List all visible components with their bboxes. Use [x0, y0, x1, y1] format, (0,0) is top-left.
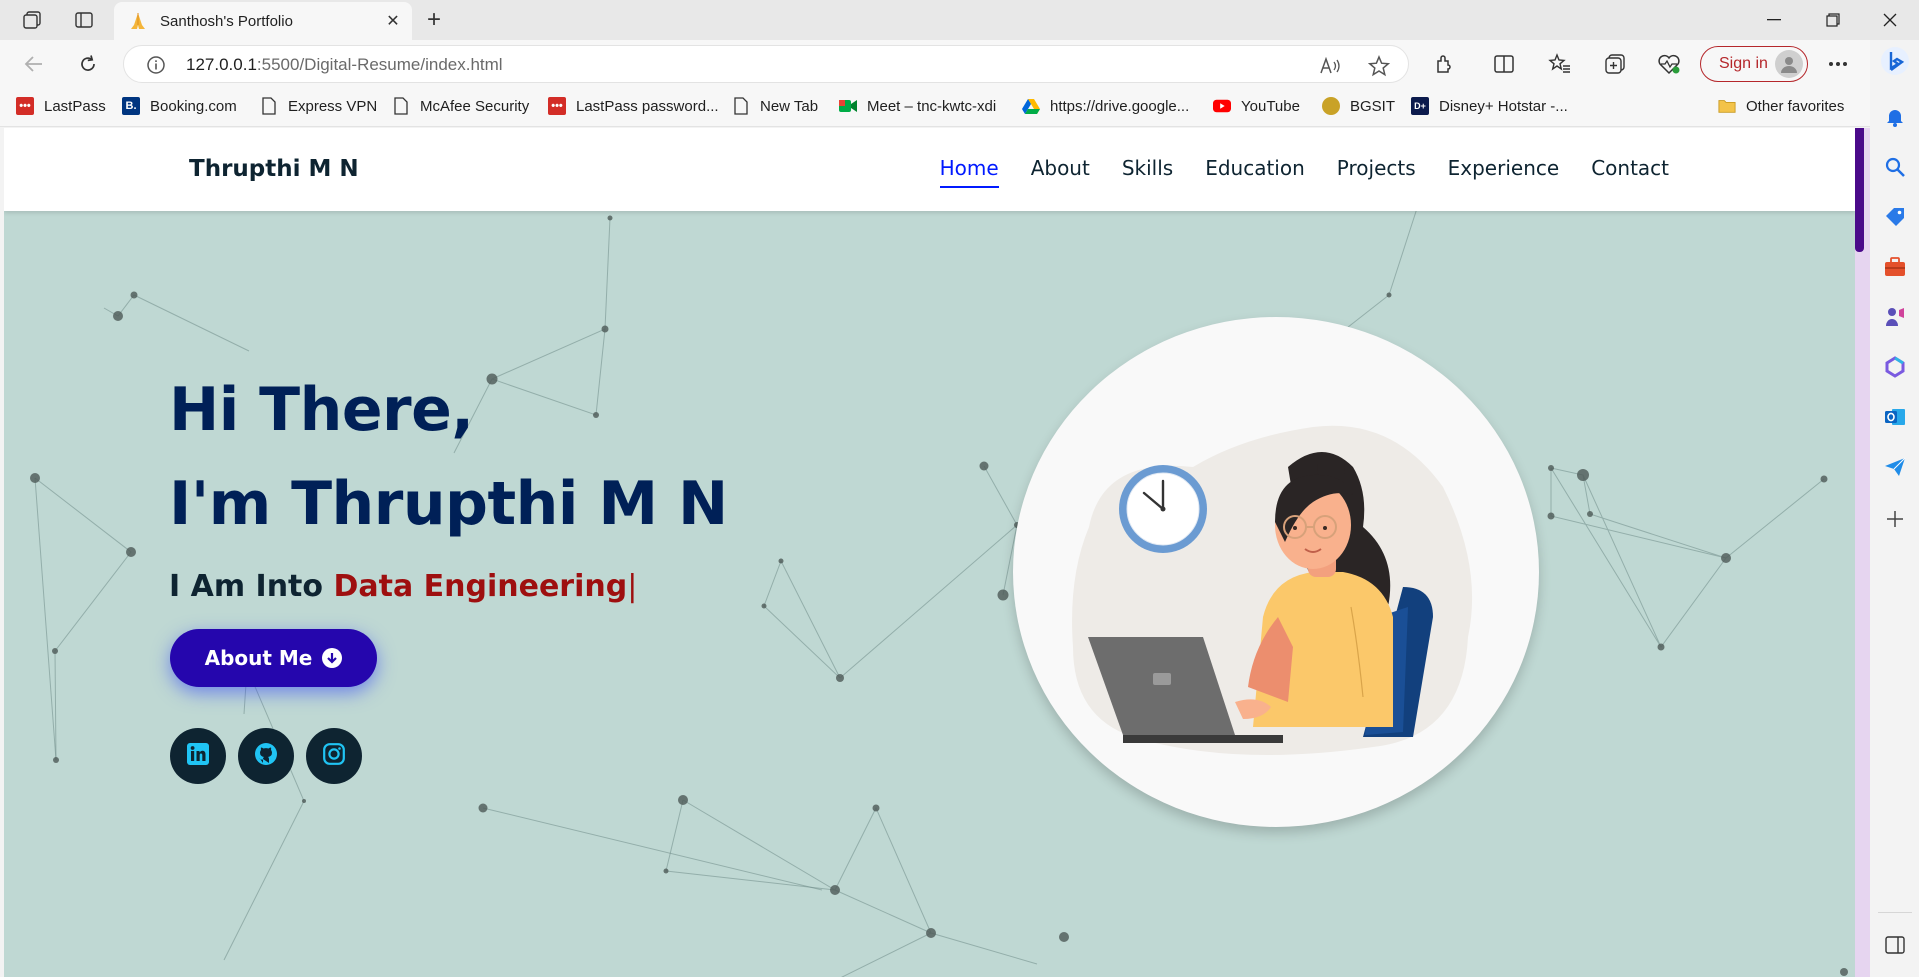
vertical-tabs-icon[interactable] — [70, 8, 98, 32]
hands-favicon-icon — [128, 11, 148, 31]
site-brand[interactable]: Thrupthi M N — [189, 156, 359, 182]
browser-toolbar: 127.0.0.1:5500/Digital-Resume/index.html… — [0, 40, 1919, 88]
more-options-icon[interactable] — [1824, 50, 1852, 78]
tab-close-icon[interactable]: ✕ — [380, 8, 406, 34]
hero-content: Hi There, I'm Thrupthi M N I Am Into Dat… — [169, 363, 728, 604]
microsoft-365-icon[interactable] — [1882, 354, 1908, 380]
nav-contact[interactable]: Contact — [1591, 156, 1669, 188]
notifications-icon[interactable] — [1882, 104, 1908, 130]
page-icon — [392, 97, 410, 115]
hero-typed-line: I Am Into Data Engineering| — [169, 569, 728, 604]
page-icon — [260, 97, 278, 115]
github-icon — [254, 742, 278, 771]
outlook-icon[interactable] — [1882, 404, 1908, 430]
favorite-item[interactable]: ••• LastPass — [16, 97, 106, 115]
typed-role: Data Engineering — [333, 569, 628, 604]
back-button[interactable] — [18, 50, 50, 78]
nav-education[interactable]: Education — [1205, 156, 1305, 188]
typed-prefix: I Am Into — [169, 569, 323, 604]
site-header: Thrupthi M N Home About Skills Education… — [4, 128, 1855, 211]
drop-send-icon[interactable] — [1882, 454, 1908, 480]
read-aloud-icon[interactable] — [1320, 55, 1342, 77]
profile-avatar-icon — [1775, 50, 1803, 78]
browser-tab-active[interactable]: Santhosh's Portfolio ✕ — [114, 2, 412, 40]
favorites-bar: ••• LastPass B. Booking.com Express VPN Mc… — [0, 88, 1919, 127]
tools-briefcase-icon[interactable] — [1882, 254, 1908, 280]
other-favorites-folder[interactable]: Other favorites — [1718, 97, 1844, 115]
hero-name: I'm Thrupthi M N — [169, 469, 728, 539]
close-window-button[interactable] — [1862, 0, 1918, 40]
favorite-star-icon[interactable] — [1368, 55, 1390, 77]
nav-experience[interactable]: Experience — [1448, 156, 1560, 188]
page-viewport: Thrupthi M N Home About Skills Education… — [4, 128, 1855, 977]
browser-title-bar: Santhosh's Portfolio ✕ + — [0, 0, 1919, 40]
favorite-item[interactable]: Meet – tnc-kwtc-xdi — [839, 97, 996, 115]
favorite-item[interactable]: https://drive.google... — [1022, 97, 1189, 115]
favorite-item[interactable]: YouTube — [1213, 97, 1300, 115]
nav-projects[interactable]: Projects — [1337, 156, 1416, 188]
shopping-tag-icon[interactable] — [1882, 204, 1908, 230]
instagram-icon — [323, 742, 345, 770]
page-icon — [732, 97, 750, 115]
favorite-item[interactable]: McAfee Security — [392, 97, 529, 115]
bgsit-icon — [1322, 97, 1340, 115]
split-screen-icon[interactable] — [1490, 50, 1518, 78]
url-text[interactable]: 127.0.0.1:5500/Digital-Resume/index.html — [186, 55, 503, 75]
github-button[interactable] — [238, 728, 294, 784]
booking-icon: B. — [122, 97, 140, 115]
search-icon[interactable] — [1882, 154, 1908, 180]
favorite-item[interactable]: B. Booking.com — [122, 97, 237, 115]
workspaces-icon[interactable] — [18, 8, 46, 32]
nav-home[interactable]: Home — [939, 156, 999, 188]
favorite-item[interactable]: BGSIT — [1322, 97, 1395, 115]
refresh-button[interactable] — [72, 50, 104, 78]
browser-essentials-icon[interactable] — [1655, 50, 1683, 78]
add-sidebar-app-icon[interactable] — [1882, 506, 1908, 532]
linkedin-button[interactable] — [170, 728, 226, 784]
site-info-icon[interactable] — [146, 55, 166, 80]
favorite-item[interactable]: ••• LastPass password... — [548, 97, 719, 115]
scrollbar-thumb[interactable] — [1855, 128, 1864, 252]
nav-about[interactable]: About — [1031, 156, 1090, 188]
minimize-button[interactable] — [1746, 0, 1802, 40]
favorite-item[interactable]: New Tab — [732, 97, 818, 115]
favorites-icon[interactable] — [1546, 50, 1574, 78]
arrow-down-circle-icon — [322, 648, 343, 668]
hide-sidebar-icon[interactable] — [1882, 932, 1908, 958]
youtube-icon — [1213, 97, 1231, 115]
page-scrollbar[interactable] — [1855, 128, 1870, 977]
new-tab-button[interactable]: + — [420, 6, 448, 34]
edge-sidebar — [1870, 40, 1919, 977]
lastpass-icon: ••• — [548, 97, 566, 115]
lastpass-icon: ••• — [16, 97, 34, 115]
clock-icon — [1119, 465, 1207, 553]
tab-title: Santhosh's Portfolio — [160, 12, 293, 30]
linkedin-icon — [187, 742, 209, 770]
sidebar-divider — [1878, 912, 1912, 913]
typed-cursor: | — [627, 569, 638, 604]
favorite-item[interactable]: D+ Disney+ Hotstar -... — [1411, 97, 1568, 115]
folder-icon — [1718, 97, 1736, 115]
woman-working-laptop-illustration — [1072, 425, 1473, 755]
hotstar-icon: D+ — [1411, 97, 1429, 115]
drive-icon — [1022, 97, 1040, 115]
instagram-button[interactable] — [306, 728, 362, 784]
bing-copilot-icon[interactable] — [1880, 46, 1910, 76]
site-nav: Home About Skills Education Projects Exp… — [908, 156, 1669, 188]
games-icon[interactable] — [1882, 304, 1908, 330]
about-me-button[interactable]: About Me — [170, 629, 377, 687]
restore-button[interactable] — [1805, 0, 1861, 40]
meet-icon — [839, 97, 857, 115]
about-me-label: About Me — [204, 646, 313, 670]
sign-in-button[interactable]: Sign in — [1700, 46, 1808, 82]
favorite-item[interactable]: Express VPN — [260, 97, 377, 115]
nav-skills[interactable]: Skills — [1122, 156, 1173, 188]
hero-greeting: Hi There, — [169, 375, 474, 445]
collections-icon[interactable] — [1601, 50, 1629, 78]
address-bar[interactable]: 127.0.0.1:5500/Digital-Resume/index.html — [123, 45, 1409, 83]
extensions-icon[interactable] — [1430, 50, 1458, 78]
hero-illustration — [1013, 317, 1539, 827]
